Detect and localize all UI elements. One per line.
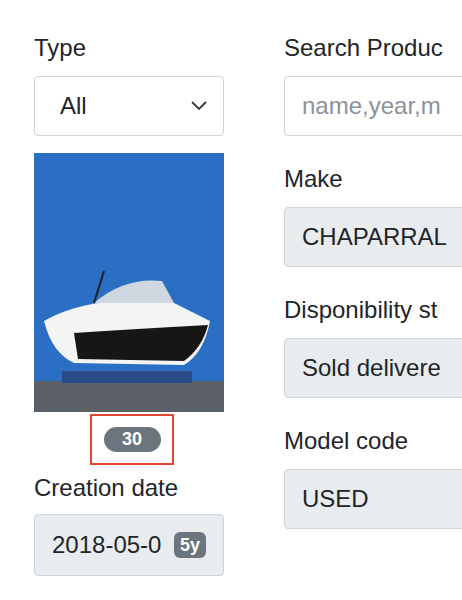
product-photo[interactable] [34, 153, 224, 412]
type-label: Type [34, 33, 224, 62]
type-select[interactable]: All [34, 76, 224, 136]
left-column: Type All 30 Creation date 2018-05-0 5y [34, 33, 224, 600]
photo-count-badge: 30 [104, 427, 161, 452]
age-badge: 5y [174, 532, 206, 558]
field-value: CHAPARRAL [302, 223, 447, 251]
type-value: All [60, 92, 87, 120]
field-label: Model code [284, 426, 462, 455]
field-value: Sold delivere [302, 354, 441, 382]
creation-date-value: 2018-05-0 [52, 531, 161, 559]
readonly-field[interactable]: Sold delivere [284, 338, 462, 398]
photo-count-row: 30 [34, 414, 224, 465]
readonly-field[interactable]: USED [284, 469, 462, 529]
search-label: Search Produc [284, 33, 462, 62]
product-filter-panel: Type All 30 Creation date 2018-05-0 5y Search … [0, 0, 462, 600]
field-value: USED [302, 485, 369, 513]
search-input[interactable] [284, 76, 462, 136]
field-label: Make [284, 164, 462, 193]
right-column: Search Produc Make CHAPARRAL Disponibility … [284, 33, 462, 600]
chevron-down-icon [191, 101, 207, 111]
highlight-frame: 30 [90, 414, 174, 465]
creation-date-label: Creation date [34, 473, 224, 502]
field-label: Disponibility st [284, 295, 462, 324]
readonly-field[interactable]: CHAPARRAL [284, 207, 462, 267]
creation-date-field[interactable]: 2018-05-0 5y [34, 514, 224, 576]
boat-photo-icon [34, 153, 224, 412]
